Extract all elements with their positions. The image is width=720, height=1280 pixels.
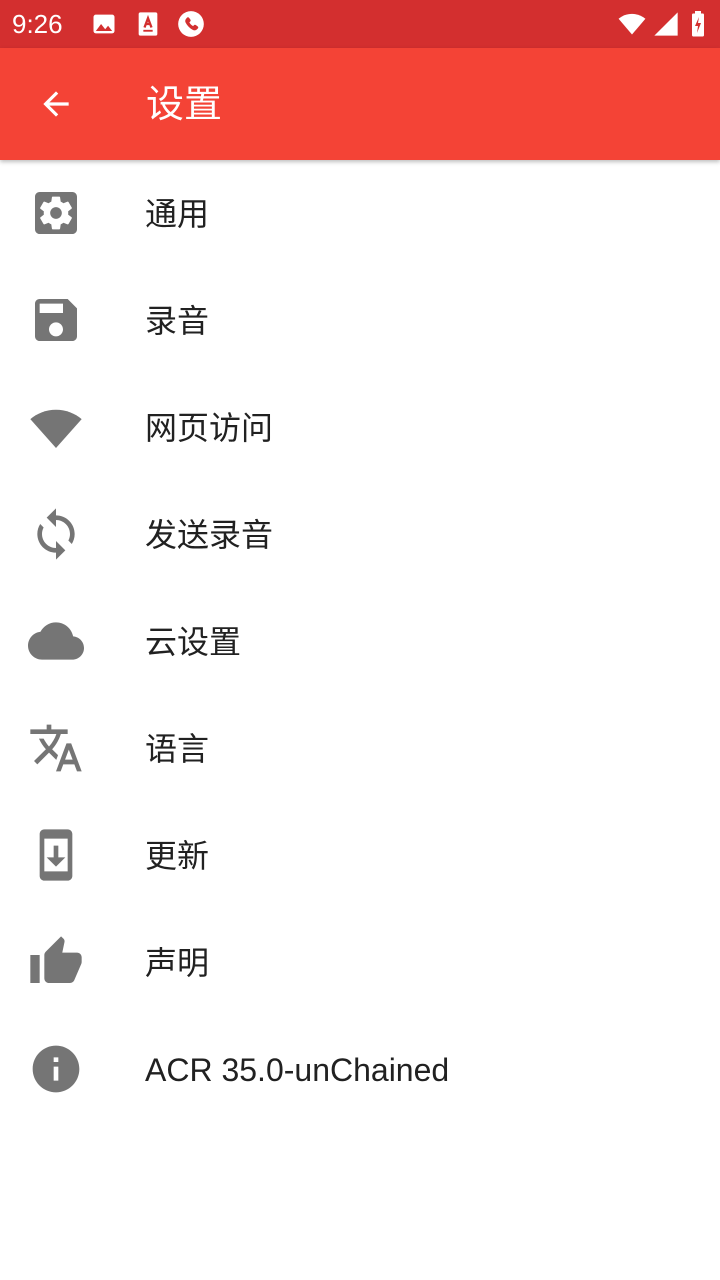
back-button[interactable] — [28, 76, 84, 132]
pdf-notification-icon — [134, 10, 162, 38]
settings-item-cloud[interactable]: 云设置 — [0, 588, 720, 695]
settings-item-recording[interactable]: 录音 — [0, 267, 720, 374]
phone-call-icon — [177, 10, 205, 38]
wifi-icon — [616, 10, 648, 38]
settings-item-label: 网页访问 — [145, 409, 274, 447]
settings-item-label: 更新 — [145, 837, 210, 875]
settings-item-label: 通用 — [145, 195, 210, 233]
cloud-icon — [28, 613, 84, 669]
system-update-icon — [28, 827, 84, 883]
settings-list: 通用 录音 网页访问 发送录音 云设置 语言 更新 声明 ACR 35.0-un… — [0, 160, 720, 1123]
sync-icon — [28, 506, 84, 562]
settings-item-general[interactable]: 通用 — [0, 160, 720, 267]
battery-charging-icon — [686, 10, 710, 38]
status-bar: 9:26 — [0, 0, 720, 48]
arrow-back-icon — [43, 91, 69, 117]
info-icon — [28, 1041, 84, 1097]
settings-item-version[interactable]: ACR 35.0-unChained — [0, 1016, 720, 1123]
settings-item-label: 声明 — [145, 944, 210, 982]
settings-item-label: 录音 — [145, 302, 210, 340]
settings-item-label: ACR 35.0-unChained — [145, 1052, 450, 1088]
image-notification-icon — [90, 10, 118, 38]
settings-item-language[interactable]: 语言 — [0, 695, 720, 802]
thumb-up-icon — [28, 934, 84, 990]
gear-icon — [28, 185, 84, 241]
settings-item-web-access[interactable]: 网页访问 — [0, 374, 720, 481]
app-bar: 设置 — [0, 48, 720, 160]
settings-item-send-recording[interactable]: 发送录音 — [0, 481, 720, 588]
settings-item-statement[interactable]: 声明 — [0, 909, 720, 1016]
save-icon — [28, 292, 84, 348]
translate-icon — [28, 720, 84, 776]
signal-icon — [652, 10, 680, 38]
status-time: 9:26 — [12, 9, 63, 39]
settings-item-update[interactable]: 更新 — [0, 802, 720, 909]
settings-item-label: 云设置 — [145, 623, 242, 661]
page-title: 设置 — [146, 82, 223, 126]
settings-item-label: 语言 — [145, 730, 210, 768]
settings-item-label: 发送录音 — [145, 516, 274, 554]
wifi-icon — [28, 399, 84, 455]
